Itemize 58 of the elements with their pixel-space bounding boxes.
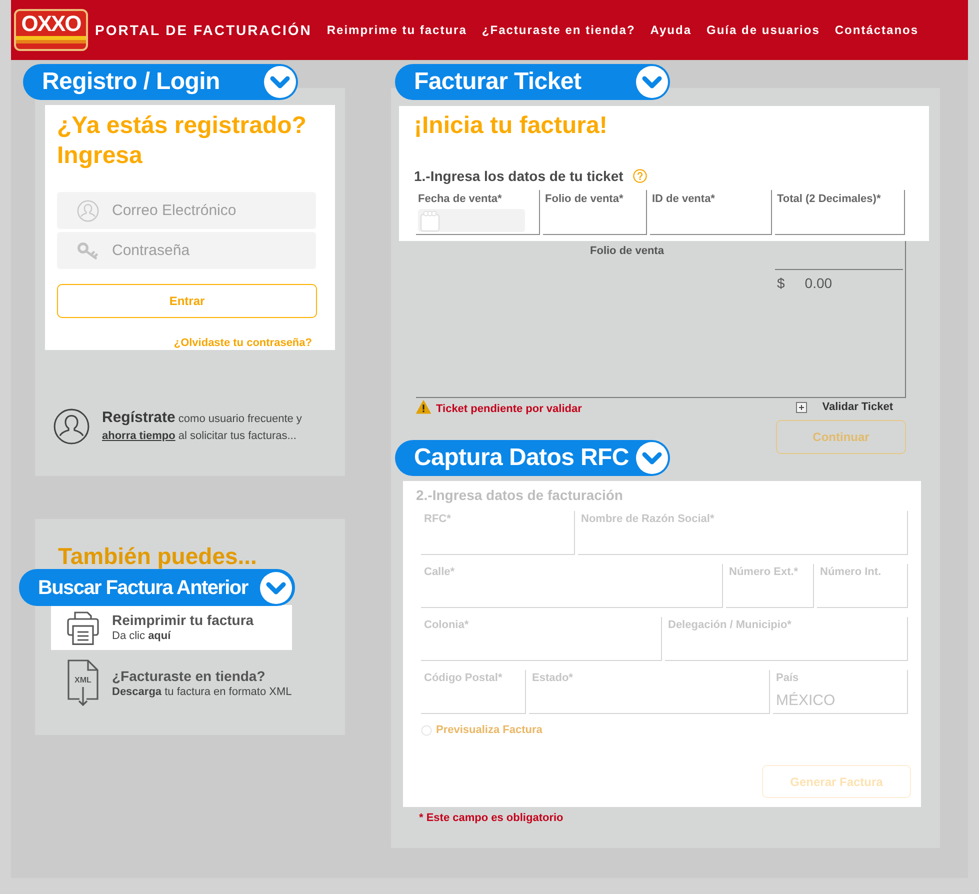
reprint-option[interactable]: Reimprimir tu factura Da clic aquí xyxy=(51,605,292,650)
password-field[interactable]: Contraseña xyxy=(57,232,316,269)
nav-link[interactable]: Guía de usuarios xyxy=(706,21,820,39)
login-subheading: Ingresa xyxy=(57,141,144,171)
field-label: ID de venta* xyxy=(652,193,715,206)
field-label: Delegación / Municipio* xyxy=(668,619,792,632)
input-field[interactable] xyxy=(543,190,647,235)
login-heading: ¿Ya estás registrado? xyxy=(57,111,308,141)
options-heading: También puedes... xyxy=(58,543,258,569)
calendar-icon xyxy=(420,210,440,232)
portal-title: PORTAL DE FACTURACIÓN xyxy=(95,20,312,40)
xml-download-option[interactable]: XML ¿Facturaste en tienda? Descarga tu factura en formato XML xyxy=(51,655,292,711)
date-picker[interactable] xyxy=(418,209,525,232)
date-field[interactable]: Fecha de venta* xyxy=(416,190,540,235)
field-label: Nombre de Razón Social* xyxy=(581,513,714,526)
plus-square-icon xyxy=(796,402,808,412)
field-label: Código Postal* xyxy=(424,672,502,685)
section-toggle[interactable]: Buscar Factura Anterior xyxy=(19,569,295,606)
field-label: RFC* xyxy=(424,513,451,526)
nav-link[interactable]: ¿Facturaste en tienda? xyxy=(482,21,636,39)
chevron-down-icon xyxy=(636,442,668,474)
validation-status-text: Ticket pendiente por validar xyxy=(436,402,582,416)
field-label: Calle* xyxy=(424,566,455,579)
field-label: Colonia* xyxy=(424,619,469,632)
chevron-down-icon xyxy=(636,66,668,98)
printer-icon xyxy=(67,610,99,644)
column-header: Folio de venta xyxy=(590,244,665,258)
section-toggle[interactable]: Registro / Login xyxy=(23,64,298,100)
register-text: Regístrate como usuario frecuente y ahorra tiempo al solicitar tus facturas... xyxy=(102,408,303,444)
user-icon xyxy=(77,200,99,222)
nav-link[interactable]: Contáctanos xyxy=(834,21,919,39)
input-field[interactable] xyxy=(775,190,905,235)
currency-symbol: $ xyxy=(777,275,785,291)
save-time-link[interactable]: ahorra tiempo xyxy=(102,430,176,442)
step-title: 1.-Ingresa los datos de tu ticket xyxy=(414,167,624,185)
input-field[interactable] xyxy=(650,190,772,235)
field-label: Número Ext.* xyxy=(729,566,798,579)
key-icon xyxy=(77,242,99,260)
invoice-heading: ¡Inicia tu factura! xyxy=(414,112,608,140)
warning-icon xyxy=(416,400,431,414)
chevron-down-icon xyxy=(260,572,292,604)
field-label: Estado* xyxy=(532,672,573,685)
validate-ticket-button[interactable]: Validar Ticket xyxy=(796,400,893,414)
nav-link[interactable]: Ayuda xyxy=(650,21,692,39)
user-icon xyxy=(53,408,90,445)
field-label: Total (2 Decimales)* xyxy=(777,193,881,206)
email-field[interactable]: Correo Electrónico xyxy=(57,192,316,229)
step-title: 2.-Ingresa datos de facturación xyxy=(416,486,624,504)
field-label: Número Int. xyxy=(820,566,882,579)
nav-link[interactable]: Reimprime tu factura xyxy=(326,21,467,39)
field-label: País xyxy=(776,672,799,685)
logo[interactable]: OXXO xyxy=(14,9,88,51)
total-amount: 0.00 xyxy=(804,275,832,291)
chevron-down-icon xyxy=(264,66,296,98)
section-toggle[interactable]: Facturar Ticket xyxy=(395,64,670,100)
required-field-note: * Este campo es obligatorio xyxy=(419,811,564,825)
field-label: Folio de venta* xyxy=(545,193,624,206)
help-icon xyxy=(633,169,648,183)
